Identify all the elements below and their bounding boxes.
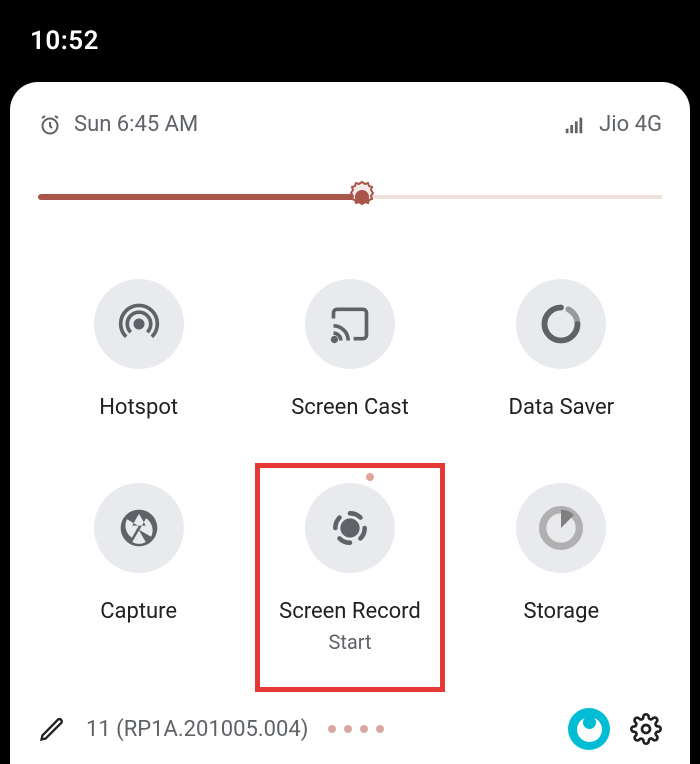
alarm-text: Sun 6:45 AM: [74, 112, 198, 137]
tile-capture[interactable]: Capture: [38, 469, 239, 683]
signal-icon: [563, 114, 585, 136]
build-label: 11 (RP1A.201005.004): [86, 717, 308, 742]
data-saver-icon: [516, 279, 606, 369]
brightness-slider[interactable]: [38, 167, 662, 227]
alarm-icon: [38, 113, 62, 137]
cast-icon: [305, 279, 395, 369]
tile-hotspot[interactable]: Hotspot: [38, 265, 239, 451]
slider-thumb[interactable]: [344, 179, 380, 215]
tile-screen-cast[interactable]: Screen Cast: [249, 265, 450, 451]
tile-label: Hotspot: [99, 395, 178, 421]
device-status-bar: 10:52: [0, 0, 700, 82]
status-time: 10:52: [30, 26, 99, 56]
edit-icon[interactable]: [38, 715, 66, 743]
tile-label: Screen Cast: [291, 395, 409, 421]
tiles-grid: Hotspot Screen Cast Data Saver: [38, 265, 662, 684]
selection-highlight: [255, 463, 444, 691]
storage-icon: [516, 483, 606, 573]
tile-data-saver[interactable]: Data Saver: [461, 265, 662, 451]
gear-icon[interactable]: [630, 713, 662, 745]
slider-fill: [38, 194, 362, 200]
carrier-label: Jio 4G: [599, 112, 662, 137]
quick-settings-panel: Sun 6:45 AM Jio 4G: [10, 82, 690, 764]
user-avatar[interactable]: [568, 708, 610, 750]
panel-header: Sun 6:45 AM Jio 4G: [38, 112, 662, 137]
tile-label: Capture: [100, 599, 177, 625]
tile-screen-record[interactable]: Screen Record Start: [249, 469, 450, 683]
shutter-icon: [94, 483, 184, 573]
panel-footer: 11 (RP1A.201005.004): [38, 694, 662, 764]
tile-label: Data Saver: [509, 395, 615, 421]
page-dots[interactable]: [328, 725, 384, 733]
hotspot-icon: [94, 279, 184, 369]
tile-label: Storage: [524, 599, 600, 625]
alarm-block[interactable]: Sun 6:45 AM: [38, 112, 198, 137]
tile-storage[interactable]: Storage: [461, 469, 662, 683]
